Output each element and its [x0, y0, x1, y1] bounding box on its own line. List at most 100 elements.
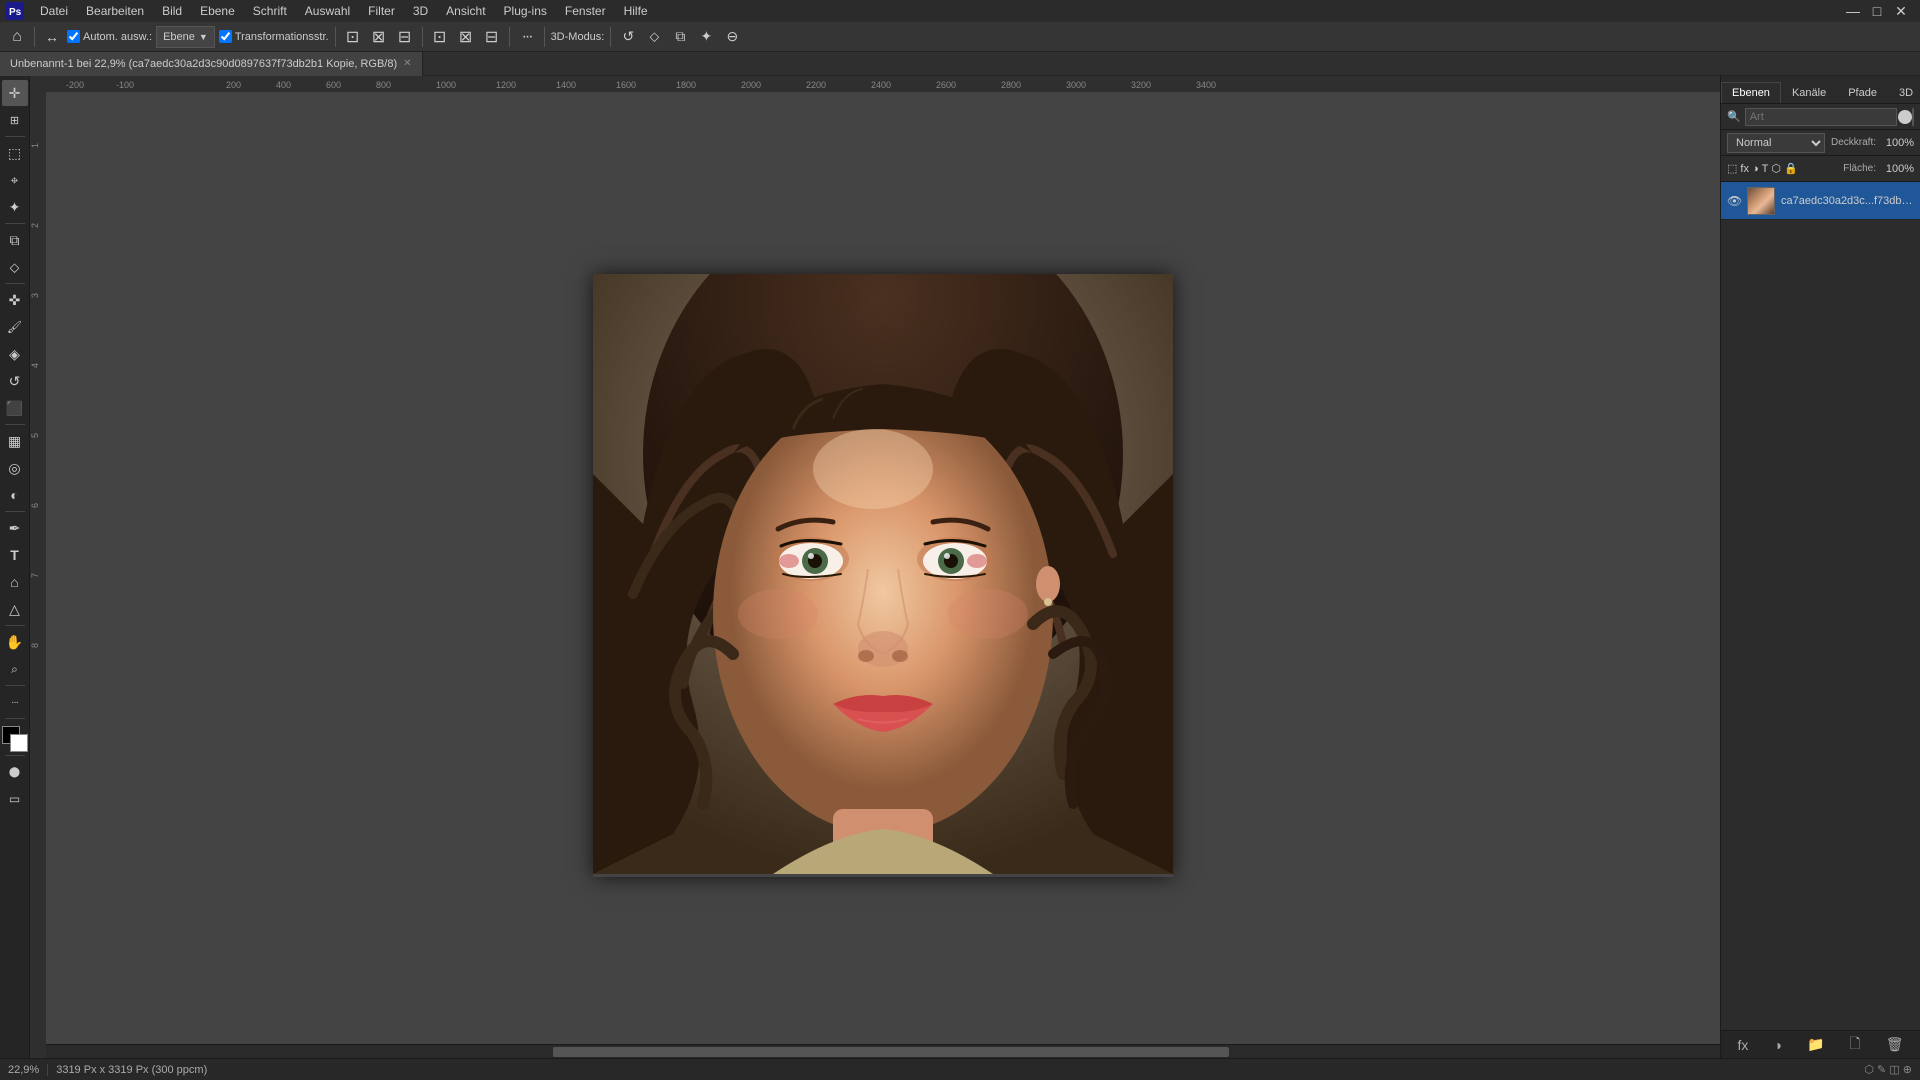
horizontal-scrollbar[interactable] [46, 1044, 1720, 1058]
align-right-btn[interactable]: ⊟ [481, 26, 503, 48]
filter-fx-icon[interactable]: fx [1740, 163, 1749, 175]
layer-panel-bottom: fx ◑ 📁 🗋 🗑 [1721, 1030, 1920, 1058]
filter-type-icon2[interactable]: T [1762, 163, 1769, 175]
home-btn[interactable]: ⌂ [6, 26, 28, 48]
svg-text:3200: 3200 [1131, 80, 1151, 90]
menu-ansicht[interactable]: Ansicht [438, 2, 493, 20]
align-bottom-btn[interactable]: ⊟ [394, 26, 416, 48]
crop-tool-btn[interactable]: ⧉ [2, 227, 28, 253]
tab-ebenen[interactable]: Ebenen [1721, 82, 1781, 103]
fx-btn[interactable]: fx [1738, 1037, 1749, 1053]
layer-visibility-icon[interactable]: 👁 [1727, 194, 1741, 208]
align-vcenter-btn[interactable]: ⊠ [368, 26, 390, 48]
screen-mode-btn[interactable]: ▭ [2, 786, 28, 812]
brush-tool-btn[interactable]: 🖌 [2, 314, 28, 340]
window-maximize-btn[interactable]: □ [1866, 0, 1888, 22]
path-select-btn[interactable]: ⌂ [2, 569, 28, 595]
artboard-btn[interactable]: ⊞ [2, 107, 28, 133]
tab-close-btn[interactable]: ✕ [403, 58, 411, 69]
svg-text:4: 4 [30, 363, 40, 368]
lasso-tool-btn[interactable]: ⌖ [2, 167, 28, 193]
quick-mask-btn[interactable]: ⬤ [2, 759, 28, 785]
align-top-btn[interactable]: ⊡ [342, 26, 364, 48]
svg-text:800: 800 [376, 80, 391, 90]
color-swatch[interactable] [2, 726, 28, 752]
stamp-tool-btn[interactable]: ◈ [2, 341, 28, 367]
auto-select-checkbox[interactable] [67, 30, 80, 43]
move-options-icon[interactable]: ↔ [41, 26, 63, 48]
new-layer-btn[interactable]: 🗋 [1849, 1033, 1860, 1057]
menu-fenster[interactable]: Fenster [557, 2, 614, 20]
menu-bearbeiten[interactable]: Bearbeiten [78, 2, 152, 20]
more-tools-btn[interactable]: ··· [2, 689, 28, 715]
svg-text:1400: 1400 [556, 80, 576, 90]
dodge-tool-btn[interactable]: ◐ [2, 482, 28, 508]
canvas-area: -200 -100 200 400 600 800 1000 1200 1400… [30, 76, 1720, 1058]
slide-btn[interactable]: ✦ [695, 26, 717, 48]
align-hcenter-btn[interactable]: ⊠ [455, 26, 477, 48]
eyedropper-tool-btn[interactable]: ⬦ [2, 254, 28, 280]
main-layout: ✛ ⊞ ⬚ ⌖ ✦ ⧉ ⬦ ✜ 🖌 ◈ ↺ ⬛ ▦ ◎ ◐ ✒ T ⌂ △ ✋ … [0, 76, 1920, 1058]
menu-hilfe[interactable]: Hilfe [616, 2, 656, 20]
portrait-canvas [593, 274, 1173, 874]
menu-plugins[interactable]: Plug-ins [496, 2, 555, 20]
type-tool-btn[interactable]: T [2, 542, 28, 568]
filter-px-icon[interactable]: ⬚ [1727, 162, 1737, 175]
menu-datei[interactable]: Datei [32, 2, 76, 20]
tool-sep-6 [5, 625, 25, 626]
layer-item[interactable]: 👁 ca7aedc30a2d3c...f73db2b1 Kopie [1721, 182, 1920, 220]
dropdown-arrow: ▼ [199, 32, 208, 42]
history-brush-btn[interactable]: ↺ [2, 368, 28, 394]
menu-filter[interactable]: Filter [360, 2, 403, 20]
svg-text:7: 7 [30, 573, 40, 578]
document-tab[interactable]: Unbenannt-1 bei 22,9% (ca7aedc30a2d3c90d… [0, 52, 423, 76]
blur-tool-btn[interactable]: ◎ [2, 455, 28, 481]
menu-3d[interactable]: 3D [405, 2, 436, 20]
shape-tool-btn[interactable]: △ [2, 596, 28, 622]
canvas-scroll[interactable] [46, 92, 1720, 1058]
delete-layer-btn[interactable]: 🗑 [1886, 1036, 1904, 1053]
scale-3d-btn[interactable]: ⊖ [721, 26, 743, 48]
zoom-tool-btn[interactable]: ⌕ [2, 656, 28, 682]
filter-adj-icon[interactable]: ◑ [1752, 163, 1759, 175]
quick-select-tool-btn[interactable]: ✦ [2, 194, 28, 220]
filter-toggle[interactable] [1912, 108, 1914, 126]
pen-tool-btn[interactable]: ✒ [2, 515, 28, 541]
marquee-tool-btn[interactable]: ⬚ [2, 140, 28, 166]
menu-auswahl[interactable]: Auswahl [297, 2, 358, 20]
menu-bild[interactable]: Bild [154, 2, 190, 20]
tool-sep-4 [5, 424, 25, 425]
filter-group-icon[interactable]: 🔒 [1784, 162, 1798, 175]
spot-heal-tool-btn[interactable]: ✜ [2, 287, 28, 313]
align-left-btn[interactable]: ⊡ [429, 26, 451, 48]
layers-search-input[interactable] [1745, 108, 1897, 126]
tab-kanaele[interactable]: Kanäle [1781, 82, 1837, 103]
hand-tool-btn[interactable]: ✋ [2, 629, 28, 655]
tab-pfade[interactable]: Pfade [1837, 82, 1888, 103]
auto-select-dropdown[interactable]: Ebene ▼ [156, 26, 215, 48]
rotate-3d-btn[interactable]: ↺ [617, 26, 639, 48]
filter-vector-icon[interactable]: ⬡ [1771, 162, 1781, 175]
svg-text:6: 6 [30, 503, 40, 508]
eraser-tool-btn[interactable]: ⬛ [2, 395, 28, 421]
svg-text:1800: 1800 [676, 80, 696, 90]
menu-schrift[interactable]: Schrift [245, 2, 295, 20]
fill-value: 100% [1882, 163, 1914, 175]
window-close-btn[interactable]: ✕ [1890, 0, 1912, 22]
orbit-btn[interactable]: ⬦ [643, 26, 665, 48]
sep5 [544, 27, 545, 47]
new-group-btn[interactable]: 📁 [1807, 1036, 1824, 1053]
background-color[interactable] [10, 734, 28, 752]
more-options-btn[interactable]: ··· [516, 26, 538, 48]
options-bar: ⌂ ↔ Autom. ausw.: Ebene ▼ Transformation… [0, 22, 1920, 52]
transform-controls-checkbox[interactable] [219, 30, 232, 43]
tab-3d[interactable]: 3D [1888, 82, 1920, 103]
move-tool-btn[interactable]: ✛ [2, 80, 28, 106]
pan-btn[interactable]: ⧉ [669, 26, 691, 48]
scrollbar-thumb[interactable] [553, 1047, 1229, 1057]
blend-mode-select[interactable]: Normal [1727, 133, 1825, 153]
gradient-tool-btn[interactable]: ▦ [2, 428, 28, 454]
new-fill-adj-btn[interactable]: ◑ [1773, 1037, 1781, 1053]
window-minimize-btn[interactable]: — [1842, 0, 1864, 22]
menu-ebene[interactable]: Ebene [192, 2, 243, 20]
